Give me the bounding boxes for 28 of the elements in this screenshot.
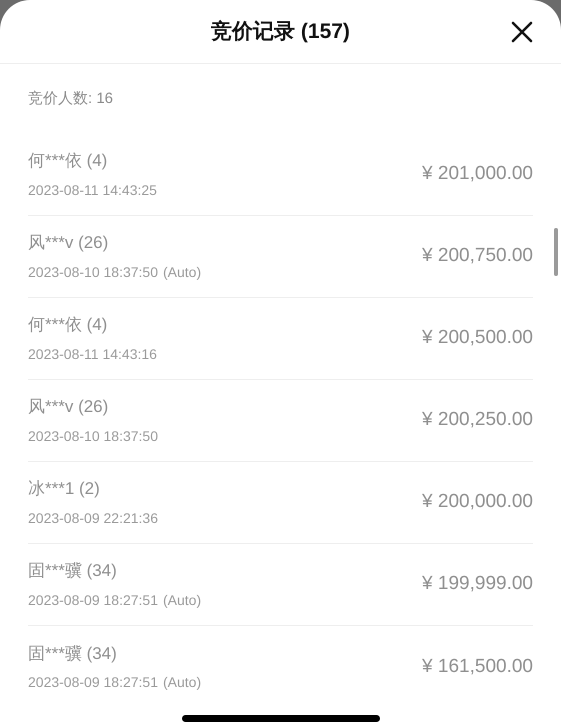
bid-time: 2023-08-11 14:43:16 [28, 344, 157, 364]
bid-amount: ¥ 200,750.00 [422, 244, 533, 268]
bidder-name: 固***骥 (34) [28, 642, 118, 665]
auto-bid-label: (Auto) [163, 590, 202, 610]
bid-amount: ¥ 199,999.00 [422, 572, 533, 596]
bid-amount: ¥ 201,000.00 [422, 162, 533, 186]
bidder-name: 冰***1 (2) [28, 478, 101, 500]
close-icon[interactable] [511, 21, 533, 43]
bidder-name: 风***v (26) [28, 232, 110, 254]
sheet-title: 竞价记录 (157) [211, 18, 350, 45]
bid-time: 2023-08-11 14:43:25 [28, 180, 157, 200]
bid-amount: ¥ 200,500.00 [422, 326, 533, 350]
bidder-name: 何***依 (4) [28, 314, 108, 336]
scrollbar [554, 228, 558, 276]
bid-amount: ¥ 200,000.00 [422, 490, 533, 514]
bid-amount: ¥ 200,250.00 [422, 408, 533, 432]
bidder-name: 风***v (26) [28, 396, 110, 418]
bid-time: 2023-08-09 22:21:36 [28, 508, 158, 528]
bidder-name: 固***骥 (34) [28, 560, 118, 582]
bid-time: 2023-08-10 18:37:50 [28, 426, 158, 446]
bid-amount: ¥ 161,500.00 [422, 654, 533, 679]
bid-time: 2023-08-09 18:27:51 [28, 673, 158, 692]
bid-time: 2023-08-10 18:37:50 [28, 262, 158, 282]
bid-time: 2023-08-09 18:27:51 [28, 590, 158, 610]
auto-bid-label: (Auto) [163, 262, 202, 282]
bidder-count: 竞价人数: 16 [28, 88, 114, 109]
bidder-name: 何***依 (4) [28, 150, 108, 172]
auto-bid-label: (Auto) [163, 673, 202, 692]
